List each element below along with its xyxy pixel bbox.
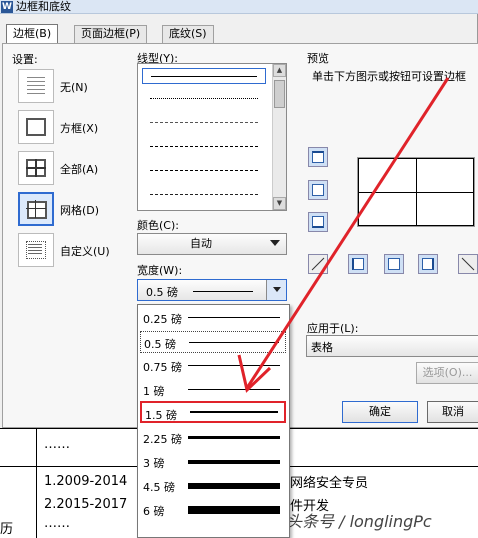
apply-to-dropdown[interactable]: 表格 bbox=[306, 335, 478, 357]
width-option-line bbox=[188, 483, 280, 489]
window-title: 边框和底纹 bbox=[16, 0, 71, 13]
width-option[interactable]: 4.5 磅 bbox=[140, 475, 286, 497]
inside-vertical-border-icon[interactable] bbox=[384, 254, 404, 274]
width-option-label: 6 磅 bbox=[143, 505, 165, 518]
bottom-border-icon[interactable] bbox=[308, 212, 328, 232]
title-bar[interactable]: W 边框和底纹 bbox=[0, 0, 478, 14]
scroll-up-icon[interactable]: ▲ bbox=[273, 64, 286, 77]
color-dropdown[interactable]: 自动 bbox=[137, 233, 287, 255]
chevron-down-icon bbox=[270, 240, 280, 246]
diagonal-down-border-icon[interactable] bbox=[308, 254, 328, 274]
inside-horizontal-border-icon[interactable] bbox=[308, 180, 328, 200]
doc-row1-dots: …… bbox=[44, 437, 70, 452]
width-option-label: 0.75 磅 bbox=[143, 361, 182, 374]
setting-none-icon[interactable] bbox=[18, 69, 54, 103]
apply-to-label: 应用于(L): bbox=[307, 322, 359, 335]
line-style-dotted[interactable] bbox=[142, 91, 266, 107]
width-options-list[interactable]: 0.25 磅 0.5 磅 0.75 磅 1 磅 1.5 磅 2.25 磅 3 磅… bbox=[137, 304, 290, 538]
width-option-line bbox=[189, 342, 279, 343]
width-option-label: 1.5 磅 bbox=[145, 409, 177, 422]
setting-none-label[interactable]: 无(N) bbox=[60, 79, 88, 95]
width-option[interactable]: 0.75 磅 bbox=[140, 355, 286, 377]
line-style-list[interactable]: ▲ ▼ bbox=[137, 63, 287, 211]
width-option[interactable]: 6 磅 bbox=[140, 499, 286, 521]
width-option-line bbox=[188, 436, 280, 439]
color-value: 自动 bbox=[190, 237, 212, 250]
line-style-fine-dash[interactable] bbox=[142, 115, 266, 131]
doc-row2-line2: 2.2015-2017 bbox=[44, 497, 128, 512]
line-style-scrollbar[interactable]: ▲ ▼ bbox=[272, 64, 286, 210]
setting-label: 设置: bbox=[12, 53, 38, 66]
setting-grid-label[interactable]: 网格(D) bbox=[60, 202, 99, 218]
color-label: 颜色(C): bbox=[137, 219, 179, 232]
setting-all-label[interactable]: 全部(A) bbox=[60, 161, 98, 177]
watermark: 头条号 / longlingPc bbox=[286, 512, 432, 531]
width-option-line bbox=[188, 389, 280, 390]
width-option[interactable]: 0.5 磅 bbox=[140, 331, 286, 353]
width-option-label: 2.25 磅 bbox=[143, 433, 182, 446]
width-option-line bbox=[188, 317, 280, 318]
setting-box-icon[interactable] bbox=[18, 110, 54, 144]
width-option-label: 0.25 磅 bbox=[143, 313, 182, 326]
width-option-highlighted[interactable]: 1.5 磅 bbox=[140, 401, 286, 423]
top-border-icon[interactable] bbox=[308, 147, 328, 167]
width-value: 0.5 磅 bbox=[146, 286, 178, 299]
preview-area[interactable] bbox=[357, 157, 475, 227]
diagonal-up-border-icon[interactable] bbox=[458, 254, 478, 274]
options-button[interactable]: 选项(O)... bbox=[416, 362, 478, 384]
left-border-icon[interactable] bbox=[348, 254, 368, 274]
preview-label: 预览 bbox=[307, 52, 329, 65]
setting-grid-icon[interactable] bbox=[18, 192, 54, 226]
line-style-solid[interactable] bbox=[142, 68, 266, 84]
setting-box-label[interactable]: 方框(X) bbox=[60, 120, 98, 136]
setting-custom-icon[interactable] bbox=[18, 233, 54, 267]
doc-row2-dots: …… bbox=[44, 516, 70, 531]
line-style-dash-dot[interactable] bbox=[142, 163, 266, 179]
width-option-line bbox=[188, 506, 280, 514]
scroll-down-icon[interactable]: ▼ bbox=[273, 197, 286, 210]
tab-borders[interactable]: 边框(B) bbox=[6, 24, 59, 43]
doc-row2-line1: 1.2009-2014 bbox=[44, 474, 128, 489]
width-option[interactable]: 1 磅 bbox=[140, 379, 286, 401]
ok-button[interactable]: 确定 bbox=[342, 401, 418, 423]
preview-hint: 单击下方图示或按钮可设置边框 bbox=[312, 70, 466, 83]
width-option-label: 0.5 磅 bbox=[144, 338, 176, 351]
line-style-dash[interactable] bbox=[142, 139, 266, 155]
width-option-label: 1 磅 bbox=[143, 385, 165, 398]
scroll-thumb[interactable] bbox=[274, 80, 285, 108]
tab-page-border[interactable]: 页面边框(P) bbox=[74, 25, 148, 43]
width-label: 宽度(W): bbox=[137, 264, 183, 277]
setting-custom-label[interactable]: 自定义(U) bbox=[60, 243, 110, 259]
word-app-icon: W bbox=[1, 1, 13, 13]
width-option-label: 3 磅 bbox=[143, 457, 165, 470]
tab-shading[interactable]: 底纹(S) bbox=[162, 25, 214, 43]
width-dropdown[interactable]: 0.5 磅 bbox=[137, 279, 287, 301]
cancel-button[interactable]: 取消 bbox=[427, 401, 478, 423]
width-option-line bbox=[190, 411, 278, 413]
right-border-icon[interactable] bbox=[418, 254, 438, 274]
chevron-down-icon bbox=[273, 287, 281, 292]
width-option[interactable]: 0.25 磅 bbox=[140, 307, 286, 329]
width-option-line bbox=[188, 365, 280, 366]
width-option[interactable]: 2.25 磅 bbox=[140, 427, 286, 449]
doc-table-line bbox=[36, 428, 37, 538]
doc-row2-right1: 网络安全专员 bbox=[290, 476, 369, 491]
line-style-dash-dot-dot[interactable] bbox=[142, 187, 266, 203]
doc-left-char: 经历 bbox=[0, 522, 14, 537]
tab-strip: 边框(B) 页面边框(P) 底纹(S) bbox=[0, 24, 478, 43]
setting-all-icon[interactable] bbox=[18, 151, 54, 185]
width-option-line bbox=[188, 460, 280, 464]
width-sample-line bbox=[193, 291, 253, 292]
width-option[interactable]: 3 磅 bbox=[140, 451, 286, 473]
width-option-label: 4.5 磅 bbox=[143, 481, 175, 494]
apply-to-value: 表格 bbox=[311, 341, 333, 354]
